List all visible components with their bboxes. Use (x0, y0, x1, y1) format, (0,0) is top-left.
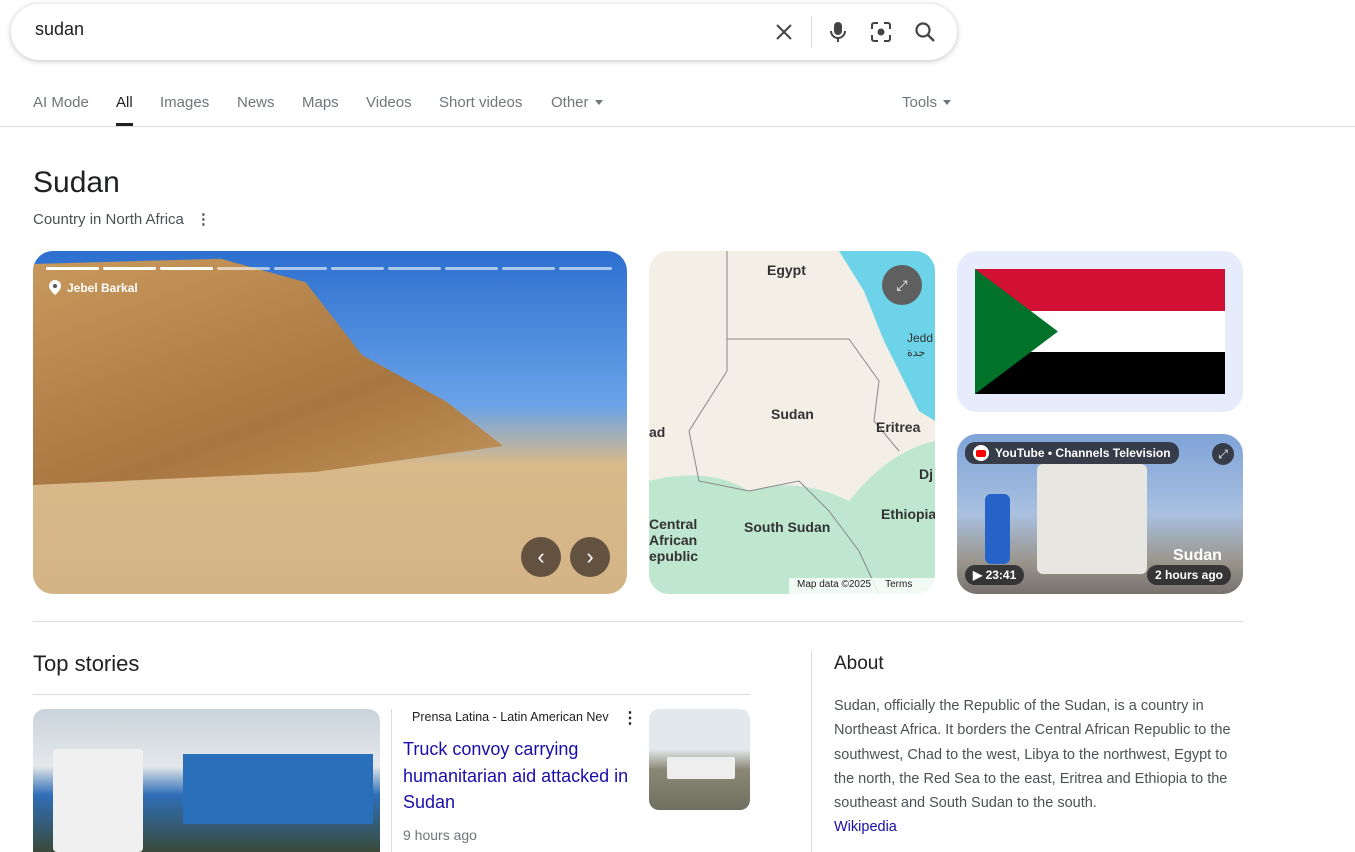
previous-button[interactable]: ‹ (521, 537, 561, 577)
divider (811, 16, 812, 48)
top-stories-heading: Top stories (33, 651, 140, 676)
video-source-badge: YouTube • Channels Television (965, 442, 1179, 464)
divider (811, 651, 812, 852)
map[interactable]: Egypt Jedd جدة Sudan ad Eritrea Dj Centr… (649, 251, 935, 594)
tab-news[interactable]: News (237, 94, 275, 111)
entity-title: Sudan (33, 166, 120, 199)
tab-maps[interactable]: Maps (302, 94, 339, 111)
map-label-south-sudan: South Sudan (744, 519, 831, 535)
map-label-car: Central (649, 516, 698, 532)
tab-ai-mode[interactable]: AI Mode (33, 94, 89, 111)
tab-other[interactable]: Other (551, 94, 603, 111)
video-source: YouTube • Channels Television (995, 446, 1171, 460)
tools-button[interactable]: Tools (902, 94, 952, 111)
camera-lens-icon[interactable] (867, 18, 895, 46)
expand-icon[interactable]: ⤢ (1212, 443, 1234, 465)
location-label: Jebel Barkal (49, 280, 138, 295)
clear-icon[interactable] (770, 18, 798, 46)
slide-progress-segment (160, 267, 213, 270)
divider (33, 694, 750, 695)
search-input[interactable] (33, 18, 733, 41)
divider (391, 709, 392, 852)
slide-progress-segment (217, 267, 270, 270)
map-label-jeddah: Jedd (907, 331, 934, 345)
more-options-icon[interactable]: ⋮ (196, 211, 211, 228)
location-pin-icon (49, 280, 61, 295)
map-label-djibouti: Dj (919, 466, 933, 482)
about-description: Sudan, officially the Republic of the Su… (834, 694, 1234, 840)
map-label-chad: ad (649, 424, 666, 440)
video-card[interactable]: YouTube • Channels Television ⤢ Sudan ▶ … (957, 434, 1243, 594)
tab-videos[interactable]: Videos (366, 94, 412, 111)
slide-progress-segment (274, 267, 327, 270)
video-age: 2 hours ago (1147, 565, 1232, 585)
story-image[interactable] (33, 709, 380, 852)
slide-progress-segment (331, 267, 384, 270)
youtube-icon (973, 445, 989, 461)
map-label-sudan: Sudan (771, 406, 814, 422)
chevron-down-icon (594, 100, 603, 109)
microphone-icon[interactable] (824, 18, 852, 46)
search-tabs: AI Mode All Images News Maps Videos Shor… (0, 82, 1355, 127)
flag-card[interactable] (957, 251, 1243, 412)
expand-map-icon[interactable]: ⤢ (882, 265, 922, 305)
slide-progress-segment (388, 267, 441, 270)
about-text: Sudan, officially the Republic of the Su… (834, 698, 1231, 812)
wikipedia-link[interactable]: Wikipedia (834, 819, 897, 835)
chevron-down-icon (943, 100, 952, 109)
tab-images[interactable]: Images (160, 94, 209, 111)
slide-progress-segment (445, 267, 498, 270)
entity-subtitle-text: Country in North Africa (33, 211, 184, 228)
terms-link[interactable]: Terms (885, 579, 912, 593)
video-overlay-text: Sudan (1173, 547, 1222, 564)
search-icon[interactable] (911, 18, 939, 46)
slide-progress-segment (559, 267, 612, 270)
slide-progress-segment (103, 267, 156, 270)
map-label-car: African (649, 532, 698, 548)
story-source: Prensa Latina - Latin American Nev (412, 710, 609, 724)
map-attribution: Map data ©2025 Terms (789, 578, 935, 594)
slide-progress-segment (502, 267, 555, 270)
video-duration: ▶ 23:41 (965, 565, 1025, 585)
slide-progress-segment (46, 267, 99, 270)
story-more-icon[interactable]: ⋮ (622, 708, 638, 728)
story-time: 9 hours ago (403, 827, 477, 843)
tools-label: Tools (902, 94, 938, 111)
divider (33, 621, 1243, 622)
next-button[interactable]: › (570, 537, 610, 577)
map-label-jeddah-ar: جدة (907, 347, 926, 359)
map-label-egypt: Egypt (767, 262, 806, 278)
tab-short-videos[interactable]: Short videos (439, 94, 522, 111)
about-heading: About (834, 653, 884, 674)
location-name: Jebel Barkal (67, 280, 138, 295)
tab-other-label: Other (551, 94, 589, 111)
story-thumbnail[interactable] (649, 709, 750, 810)
photo-carousel[interactable]: Jebel Barkal ‹ › (33, 251, 627, 594)
map-label-car: epublic (649, 548, 699, 564)
search-box[interactable] (11, 4, 957, 60)
duration-text: 23:41 (985, 568, 1017, 582)
sudan-flag (975, 269, 1225, 394)
map-data-text: Map data ©2025 (797, 579, 872, 590)
tab-all[interactable]: All (116, 94, 133, 126)
video-thumbnail (985, 494, 1010, 564)
story-title-link[interactable]: Truck convoy carrying humanitarian aid a… (403, 736, 638, 816)
map-label-ethiopia: Ethiopia (881, 506, 935, 522)
map-label-eritrea: Eritrea (876, 419, 921, 435)
entity-subtitle: Country in North Africa ⋮ (33, 210, 211, 228)
